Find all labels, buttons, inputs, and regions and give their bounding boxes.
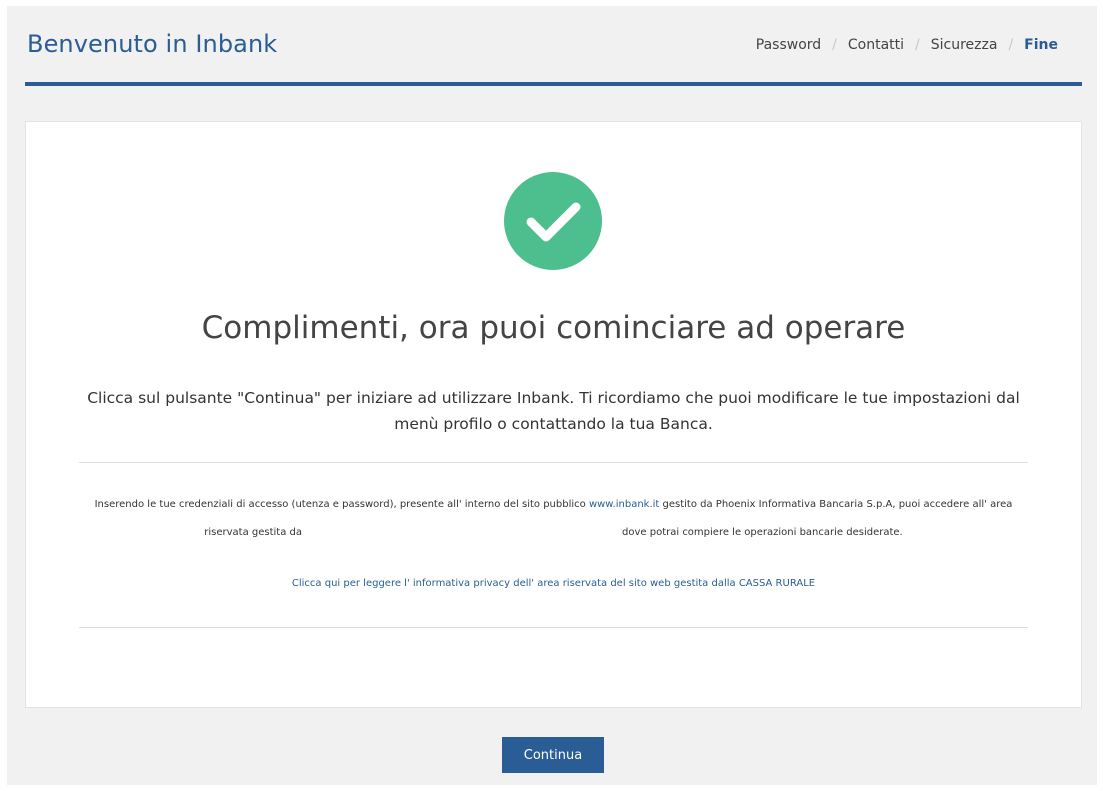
success-headline: Complimenti, ora puoi cominciare ad oper… bbox=[201, 310, 906, 346]
step-separator: / bbox=[1008, 37, 1014, 53]
info-text-line2: riservata gestita da dove potrai compiere… bbox=[79, 527, 1028, 538]
page-background: Benvenuto in Inbank Password / Contatti … bbox=[7, 6, 1097, 785]
page-title: Benvenuto in Inbank bbox=[27, 30, 278, 58]
header: Benvenuto in Inbank Password / Contatti … bbox=[25, 6, 1082, 86]
info-text-right: dove potrai compiere le operazioni banca… bbox=[622, 527, 903, 538]
divider bbox=[79, 462, 1028, 463]
step-fine-active: Fine bbox=[1024, 37, 1058, 53]
step-contatti: Contatti bbox=[847, 37, 905, 53]
success-message: Clicca sul pulsante "Continua" per inizi… bbox=[87, 389, 1020, 433]
step-sicurezza: Sicurezza bbox=[930, 37, 998, 53]
info-text-before: Inserendo le tue credenziali di accesso … bbox=[94, 499, 589, 510]
success-card: Complimenti, ora puoi cominciare ad oper… bbox=[25, 121, 1082, 708]
step-separator: / bbox=[915, 37, 920, 53]
privacy-link[interactable]: Clicca qui per leggere l' informativa pr… bbox=[26, 578, 1081, 589]
info-text-line1: Inserendo le tue credenziali di accesso … bbox=[79, 499, 1028, 510]
step-password: Password bbox=[755, 37, 822, 53]
continue-button[interactable]: Continua bbox=[502, 737, 604, 773]
divider bbox=[79, 627, 1028, 628]
info-text-left: riservata gestita da bbox=[204, 527, 303, 538]
wizard-steps: Password / Contatti / Sicurezza / Fine bbox=[756, 37, 1058, 53]
inbank-link[interactable]: www.inbank.it bbox=[589, 499, 659, 510]
checkmark-icon bbox=[504, 172, 602, 270]
info-text-after: gestito da Phoenix Informativa Bancaria … bbox=[659, 499, 1013, 510]
step-separator: / bbox=[832, 37, 837, 53]
